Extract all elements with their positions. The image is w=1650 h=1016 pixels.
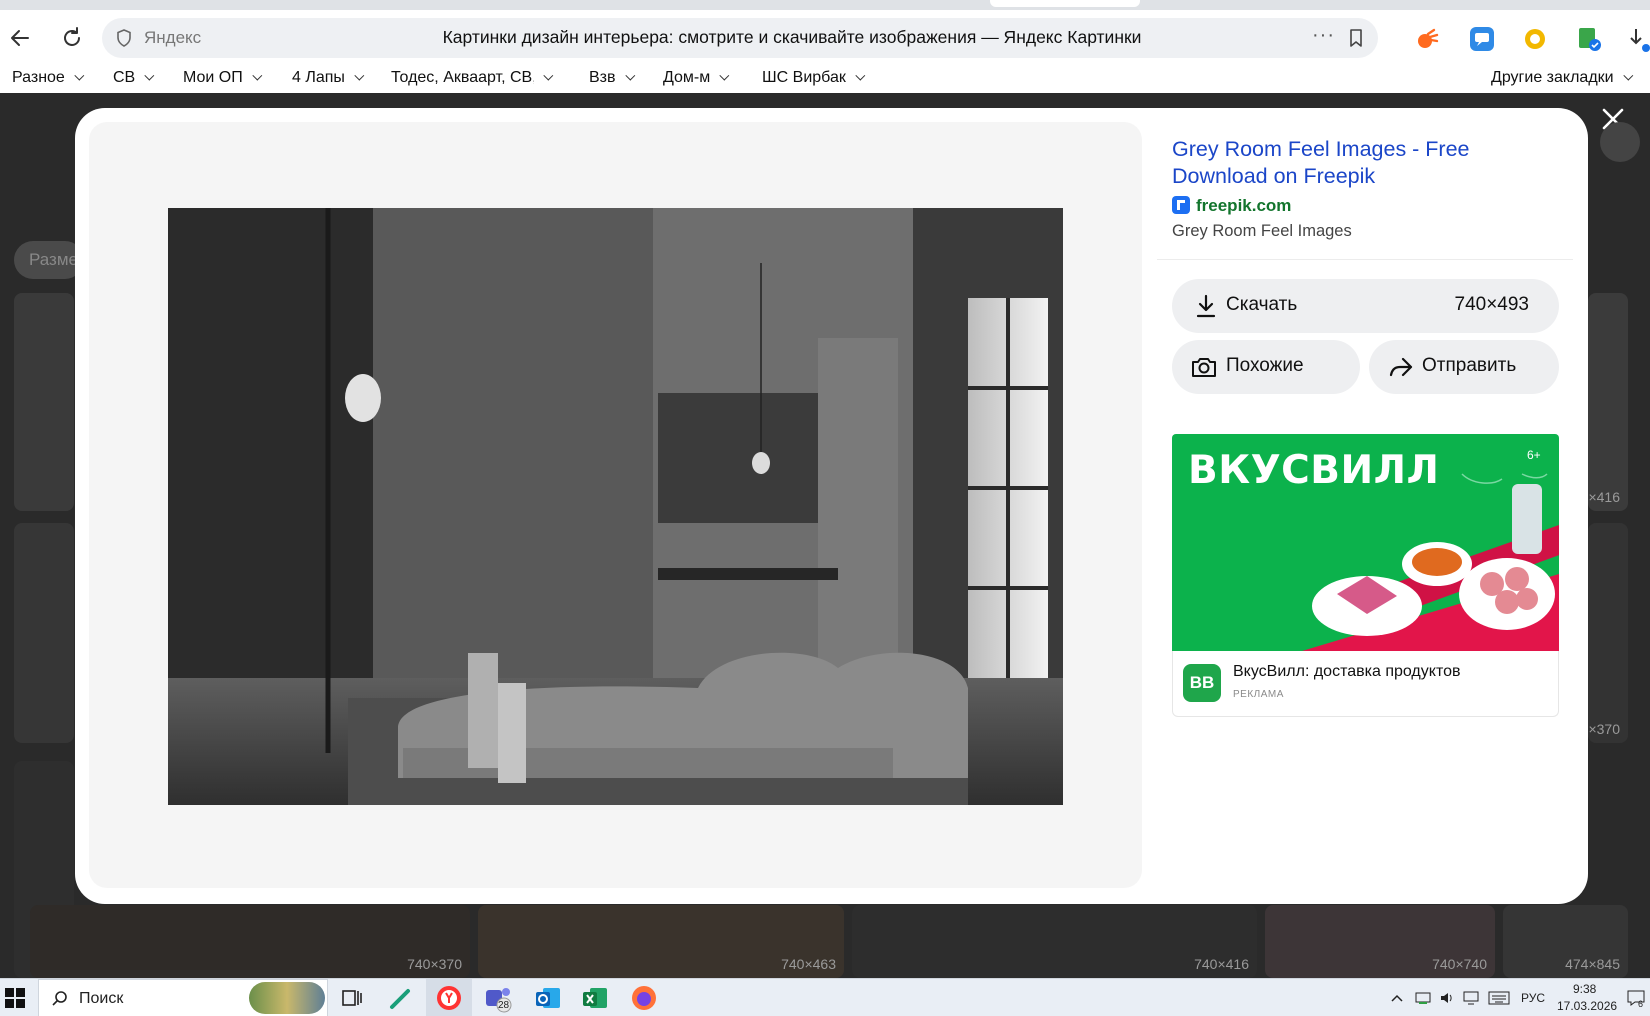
tab-strip <box>0 0 1650 10</box>
image-resolution: 740×493 <box>1454 294 1530 315</box>
bookmark-folder-dom-m[interactable]: Дом-м <box>663 69 730 87</box>
keyboard-icon[interactable] <box>1488 990 1510 1006</box>
thumbnail-size: 740×463 <box>781 956 836 972</box>
divider <box>1157 259 1573 260</box>
taskbar-search-label: Поиск <box>79 990 124 1007</box>
back-arrow-icon <box>11 30 29 46</box>
result-thumbnail[interactable]: 740×740 <box>1265 905 1495 978</box>
result-thumbnail[interactable]: 740×370 <box>30 905 470 978</box>
windows-start-icon[interactable] <box>5 988 25 1008</box>
bookmark-folder-4-lapy[interactable]: 4 Лапы <box>292 69 365 87</box>
page-title: Картинки дизайн интерьера: смотрите и ск… <box>442 27 1142 47</box>
bookmark-folder-sv[interactable]: СВ <box>113 69 155 87</box>
yandex-browser-icon[interactable] <box>434 983 464 1013</box>
image-title-link[interactable]: Grey Room Feel Images - Free Download on… <box>1172 136 1552 190</box>
thumbnail-size: 740×740 <box>1432 956 1487 972</box>
age-rating: 6+ <box>1527 448 1541 462</box>
display-icon[interactable] <box>1462 989 1480 1007</box>
browser-toolbar: Яндекс Картинки дизайн интерьера: смотри… <box>0 10 1650 66</box>
bookmark-icon[interactable] <box>1346 28 1366 48</box>
main-image[interactable] <box>168 208 1063 805</box>
share-label: Отправить <box>1422 355 1517 376</box>
result-thumbnail[interactable] <box>14 293 74 511</box>
active-tab[interactable] <box>990 0 1140 7</box>
ad-footer[interactable]: ВВ ВкусВилл: доставка продуктов РЕКЛАМА <box>1172 651 1559 717</box>
thumbnail-size: ×370 <box>1588 721 1620 737</box>
result-thumbnail[interactable] <box>14 523 74 743</box>
source-description: Grey Room Feel Images <box>1172 222 1352 240</box>
share-button[interactable]: Отправить <box>1369 340 1559 394</box>
bookmark-folder-todes[interactable]: Тодес, Акваарт, СВ, ! <box>391 69 554 87</box>
teams-badge: 28 <box>498 1000 510 1011</box>
advertiser-logo: ВВ <box>1183 664 1221 702</box>
share-arrow-icon <box>1389 357 1413 377</box>
pen-app-icon[interactable] <box>386 983 416 1013</box>
bookmark-folder-other[interactable]: Другие закладки <box>1491 69 1633 87</box>
result-thumbnail[interactable]: ×370 <box>1588 523 1628 743</box>
excel-icon[interactable] <box>580 983 610 1013</box>
notification-count: 6 <box>1638 999 1644 1009</box>
reload-button[interactable] <box>58 24 86 52</box>
source-domain: freepik.com <box>1196 196 1292 215</box>
back-button[interactable] <box>6 24 34 52</box>
task-view-icon[interactable] <box>337 983 367 1013</box>
bookmark-folder-shs-virbak[interactable]: ШС Вирбак <box>762 69 866 87</box>
ad-banner[interactable]: ВКУСВИЛЛ 6+ <box>1172 434 1559 651</box>
avatar[interactable] <box>1600 122 1640 162</box>
result-thumbnail[interactable]: ×416 <box>1588 293 1628 511</box>
freepik-icon <box>1172 196 1190 214</box>
tray-chevron-up-icon[interactable] <box>1390 992 1404 1004</box>
bookmark-folder-vzv[interactable]: Взв <box>589 69 635 87</box>
advertiser-name: ВкусВилл: доставка продуктов <box>1233 663 1461 680</box>
windows-taskbar: Поиск 28 РУС 9:38 17.03.2026 6 <box>0 978 1650 1016</box>
shield-icon <box>117 29 131 47</box>
network-icon[interactable] <box>1414 989 1432 1007</box>
extension-chat-icon[interactable] <box>1469 26 1495 52</box>
reload-icon <box>64 27 80 46</box>
clock-time[interactable]: 9:38 <box>1573 982 1596 996</box>
ad-label: РЕКЛАМА <box>1233 689 1284 700</box>
similar-label: Похожие <box>1226 355 1304 376</box>
address-host: Яндекс <box>144 28 202 47</box>
bookmarks-bar: Разное СВ Мои ОП 4 Лапы Тодес, Акваарт, … <box>0 66 1650 93</box>
result-thumbnail[interactable]: 474×845 <box>1503 905 1628 978</box>
filter-pill[interactable]: Разме <box>14 241 84 279</box>
source-link[interactable]: freepik.com <box>1172 196 1291 216</box>
outlook-icon[interactable] <box>533 983 563 1013</box>
input-language[interactable]: РУС <box>1521 991 1545 1005</box>
result-thumbnail[interactable]: 740×416 <box>852 905 1257 978</box>
thumbnail-size: 474×845 <box>1565 956 1620 972</box>
search-highlight-icon <box>249 982 325 1014</box>
download-icon <box>1196 294 1216 318</box>
bookmark-folder-moi-op[interactable]: Мои ОП <box>183 69 263 87</box>
camera-icon <box>1192 358 1216 377</box>
similar-button[interactable]: Похожие <box>1172 340 1360 394</box>
thumbnail-size: 740×370 <box>407 956 462 972</box>
search-icon <box>52 991 67 1006</box>
result-thumbnail[interactable]: 740×463 <box>478 905 844 978</box>
address-bar[interactable]: Яндекс Картинки дизайн интерьера: смотри… <box>102 18 1378 58</box>
clock-date[interactable]: 17.03.2026 <box>1557 999 1617 1013</box>
taskbar-search[interactable]: Поиск <box>38 979 328 1016</box>
extension-orange-icon[interactable] <box>1414 26 1440 52</box>
ad-brand-logo: ВКУСВИЛЛ <box>1188 448 1440 493</box>
download-label: Скачать <box>1226 294 1298 315</box>
thumbnail-size: 740×416 <box>1194 956 1249 972</box>
extension-vet-icon[interactable] <box>1576 26 1602 52</box>
thumbnail-size: ×416 <box>1588 489 1620 505</box>
download-button[interactable]: Скачать 740×493 <box>1172 279 1559 333</box>
bookmark-folder-raznoe[interactable]: Разное <box>12 69 85 87</box>
firefox-icon[interactable] <box>629 983 659 1013</box>
more-icon[interactable]: ··· <box>1312 24 1335 47</box>
downloads-icon[interactable] <box>1628 26 1650 52</box>
extension-ring-icon[interactable] <box>1522 26 1548 52</box>
volume-icon[interactable] <box>1438 989 1456 1007</box>
